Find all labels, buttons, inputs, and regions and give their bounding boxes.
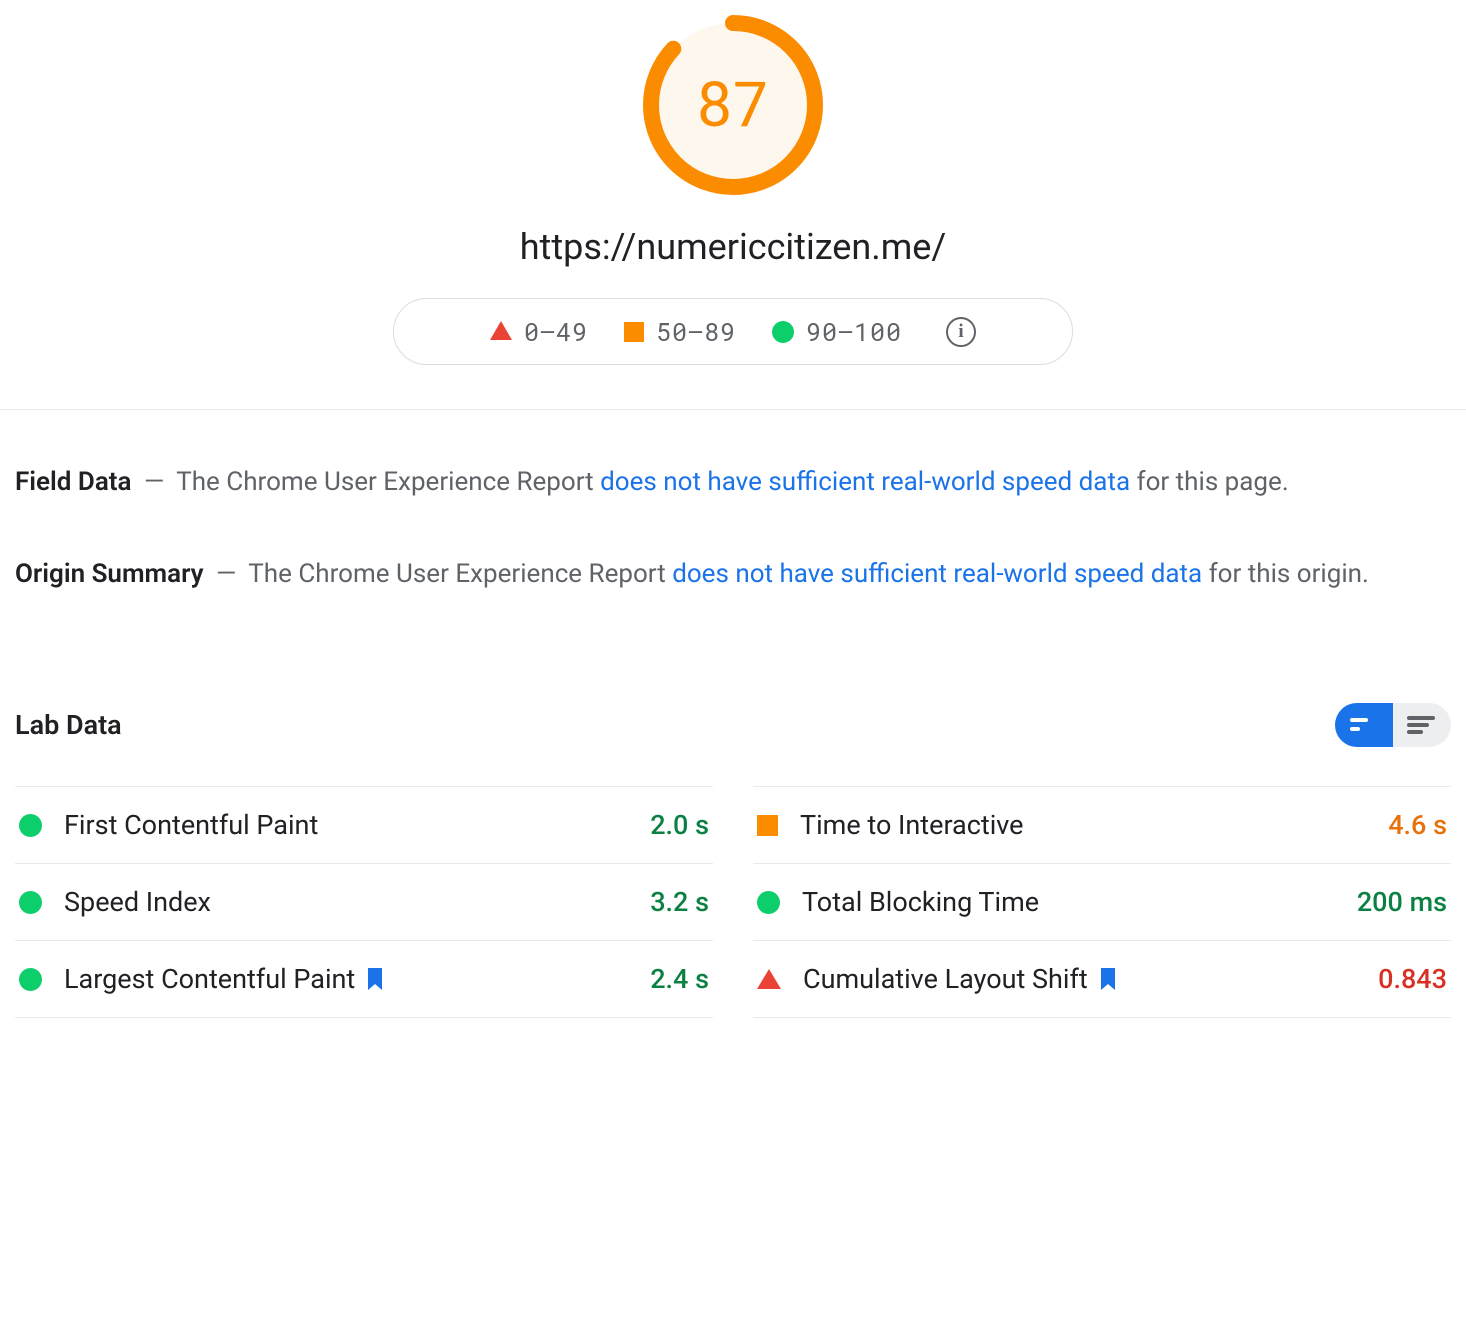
field-data-label: Field Data bbox=[15, 467, 132, 497]
view-toggle-highlights[interactable] bbox=[1335, 703, 1393, 747]
dash: — bbox=[138, 467, 170, 497]
field-data-paragraph: Field Data — The Chrome User Experience … bbox=[15, 464, 1451, 502]
metric-tti-value: 4.6 s bbox=[1388, 809, 1447, 841]
score-legend: 0–49 50–89 90–100 i bbox=[393, 298, 1073, 365]
legend-avg: 50–89 bbox=[624, 315, 736, 348]
metric-tbt-name: Total Blocking Time bbox=[802, 886, 1039, 918]
lab-data-heading: Lab Data bbox=[15, 709, 122, 741]
metric-lcp-value: 2.4 s bbox=[650, 963, 709, 995]
metric-cls-value: 0.843 bbox=[1378, 963, 1447, 995]
metric-fcp-value: 2.0 s bbox=[650, 809, 709, 841]
metric-si-value: 3.2 s bbox=[650, 886, 709, 918]
metric-si-name: Speed Index bbox=[64, 886, 211, 918]
field-data-link[interactable]: does not have sufficient real-world spee… bbox=[600, 467, 1130, 497]
performance-score-value: 87 bbox=[638, 10, 828, 200]
triangle-red-icon bbox=[757, 969, 781, 989]
bookmark-icon bbox=[365, 967, 385, 991]
view-toggle bbox=[1335, 703, 1451, 747]
circle-green-icon bbox=[772, 321, 794, 343]
square-orange-icon bbox=[757, 815, 778, 836]
origin-summary-text-pre: The Chrome User Experience Report bbox=[248, 559, 672, 589]
legend-good-range: 90–100 bbox=[806, 315, 902, 348]
field-data-text-post: for this page. bbox=[1130, 467, 1289, 497]
view-toggle-full[interactable] bbox=[1393, 703, 1451, 747]
triangle-red-icon bbox=[490, 321, 512, 340]
origin-summary-link[interactable]: does not have sufficient real-world spee… bbox=[672, 559, 1202, 589]
square-orange-icon bbox=[624, 322, 644, 342]
metric-cls-name: Cumulative Layout Shift bbox=[803, 963, 1088, 995]
analyzed-url: https://numericcitizen.me/ bbox=[0, 200, 1466, 298]
metric-lcp-name: Largest Contentful Paint bbox=[64, 963, 355, 995]
metric-fcp[interactable]: First Contentful Paint 2.0 s bbox=[15, 786, 713, 864]
circle-green-icon bbox=[19, 968, 42, 991]
highlights-icon bbox=[1350, 716, 1378, 734]
field-data-text-pre: The Chrome User Experience Report bbox=[176, 467, 600, 497]
origin-summary-paragraph: Origin Summary — The Chrome User Experie… bbox=[15, 556, 1451, 594]
metric-lcp[interactable]: Largest Contentful Paint 2.4 s bbox=[15, 940, 713, 1018]
legend-avg-range: 50–89 bbox=[656, 315, 736, 348]
info-icon[interactable]: i bbox=[946, 317, 976, 347]
bookmark-icon bbox=[1098, 967, 1118, 991]
legend-poor-range: 0–49 bbox=[524, 315, 588, 348]
metric-si[interactable]: Speed Index 3.2 s bbox=[15, 863, 713, 941]
lab-metrics-grid: First Contentful Paint 2.0 s Time to Int… bbox=[0, 747, 1466, 1018]
legend-poor: 0–49 bbox=[490, 315, 588, 348]
metric-fcp-name: First Contentful Paint bbox=[64, 809, 318, 841]
circle-green-icon bbox=[19, 891, 42, 914]
metric-tti[interactable]: Time to Interactive 4.6 s bbox=[753, 786, 1451, 864]
metric-cls[interactable]: Cumulative Layout Shift 0.843 bbox=[753, 940, 1451, 1018]
origin-summary-text-post: for this origin. bbox=[1202, 559, 1369, 589]
metric-tbt-value: 200 ms bbox=[1357, 886, 1447, 918]
legend-good: 90–100 bbox=[772, 315, 902, 348]
performance-score-gauge: 87 bbox=[638, 10, 828, 200]
list-icon bbox=[1407, 715, 1437, 735]
metric-tbt[interactable]: Total Blocking Time 200 ms bbox=[753, 863, 1451, 941]
dash: — bbox=[210, 559, 242, 589]
origin-summary-label: Origin Summary bbox=[15, 559, 204, 589]
metric-tti-name: Time to Interactive bbox=[800, 809, 1024, 841]
circle-green-icon bbox=[19, 814, 42, 837]
circle-green-icon bbox=[757, 891, 780, 914]
